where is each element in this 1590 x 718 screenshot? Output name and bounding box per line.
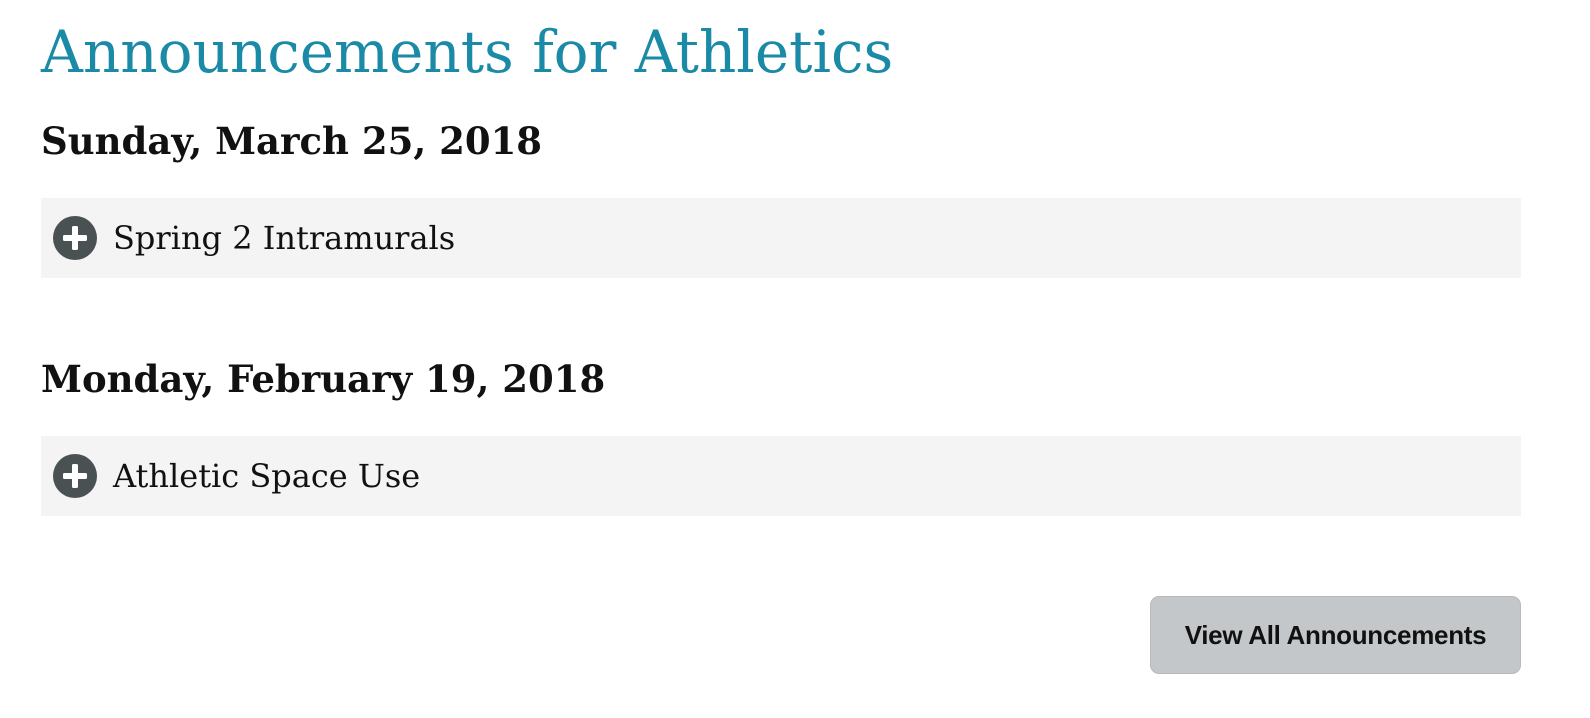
plus-circle-icon[interactable] [53, 216, 97, 260]
announcement-title[interactable]: Spring 2 Intramurals [113, 219, 455, 257]
date-heading: Sunday, March 25, 2018 [41, 119, 543, 163]
date-heading: Monday, February 19, 2018 [41, 357, 606, 401]
announcement-item-spring-2-intramurals[interactable]: Spring 2 Intramurals [41, 198, 1521, 278]
announcement-item-athletic-space-use[interactable]: Athletic Space Use [41, 436, 1521, 516]
plus-circle-icon[interactable] [53, 454, 97, 498]
view-all-announcements-button[interactable]: View All Announcements [1150, 596, 1521, 674]
page-title: Announcements for Athletics [41, 18, 894, 86]
announcement-title[interactable]: Athletic Space Use [113, 457, 420, 495]
